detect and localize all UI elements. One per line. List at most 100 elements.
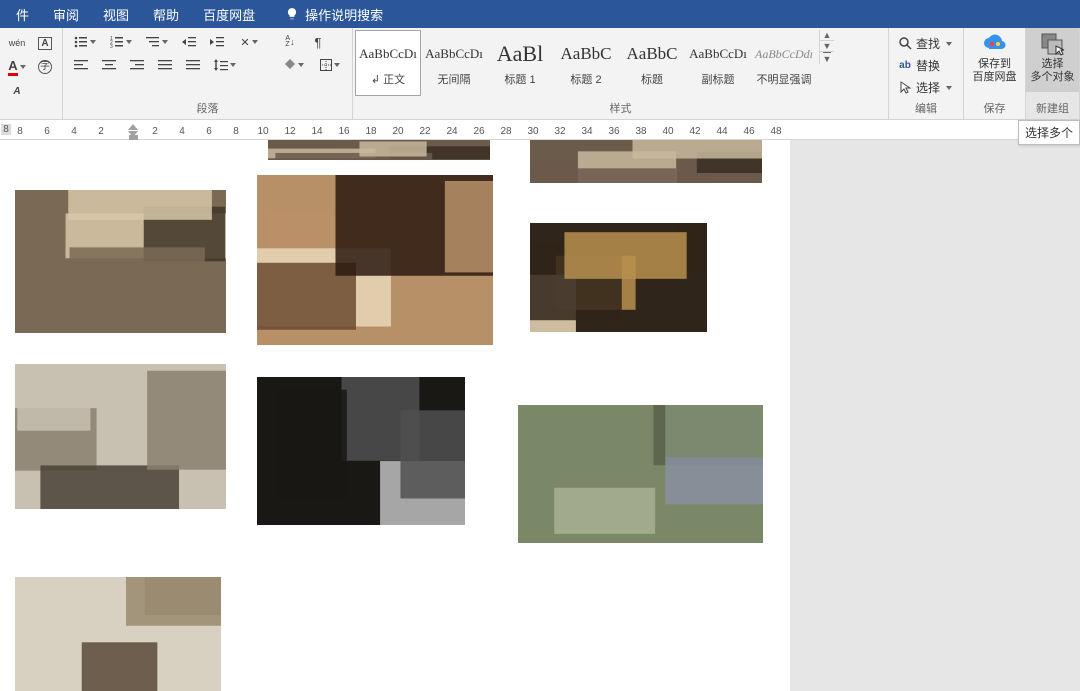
menu-item-baidupan[interactable]: 百度网盘 <box>191 0 267 28</box>
document-image[interactable] <box>257 175 493 345</box>
character-border-button[interactable]: A <box>32 31 58 55</box>
menu-item-file[interactable]: 件 <box>4 0 41 28</box>
style-item-标题[interactable]: AaBbC标题 <box>619 30 685 96</box>
gallery-scroll-up[interactable]: ▲ <box>820 30 834 41</box>
multilevel-list-button[interactable] <box>139 31 175 53</box>
ruler-corner: 8 <box>1 124 11 135</box>
line-spacing-button[interactable] <box>207 54 243 76</box>
style-item-副标题[interactable]: AaBbCcDı 副标题 <box>685 30 751 96</box>
style-preview: AaBbCcDı <box>688 39 748 69</box>
shading-button[interactable] <box>276 54 312 76</box>
ruler-tick: 6 <box>206 126 212 137</box>
ruler-tick: 2 <box>98 126 104 137</box>
search-icon <box>898 37 912 51</box>
style-item-正文[interactable]: AaBbCcDı ↲ 正文 <box>355 30 421 96</box>
style-name-label: 标题 1 <box>504 71 535 87</box>
menu-item-review[interactable]: 审阅 <box>41 0 91 28</box>
ruler-tick: 46 <box>743 126 754 137</box>
justify-button[interactable] <box>151 54 179 76</box>
ribbon-group-font: wén A A A 字 <box>0 28 63 119</box>
tell-me-search[interactable]: 操作说明搜索 <box>273 0 395 28</box>
style-preview: AaBbCcDı <box>424 39 484 69</box>
style-preview: AaBl <box>490 39 550 69</box>
style-item-无间隔[interactable]: AaBbCcDı 无间隔 <box>421 30 487 96</box>
group-newgroup-label: 新建组 <box>1026 100 1079 119</box>
ruler-tick: 44 <box>716 126 727 137</box>
enclose-character-button[interactable]: 字 <box>32 55 58 79</box>
style-name-label: 无间隔 <box>438 71 471 87</box>
align-left-button[interactable] <box>67 54 95 76</box>
gallery-scroll-down[interactable]: ▼ <box>820 41 834 52</box>
ruler-tick: 2 <box>152 126 158 137</box>
document-wrapper <box>0 140 1080 691</box>
borders-button[interactable] <box>312 54 348 76</box>
gallery-expand[interactable]: ▼ <box>820 52 834 64</box>
document-image[interactable] <box>268 140 490 160</box>
baidu-cloud-icon <box>982 32 1008 56</box>
style-name-label: ↲ 正文 <box>371 71 405 87</box>
distributed-button[interactable] <box>179 54 207 76</box>
sort-button[interactable]: AZ↓ <box>276 31 304 53</box>
ruler-tick: 14 <box>311 126 322 137</box>
replace-button[interactable]: ab 替换 <box>893 55 957 76</box>
phonetic-guide-button[interactable]: wén <box>4 31 30 55</box>
ruler-tick: 30 <box>527 126 538 137</box>
document-image[interactable] <box>257 377 465 525</box>
ruler-tick: 4 <box>71 126 77 137</box>
ruler-tick: 28 <box>500 126 511 137</box>
style-name-label: 标题 2 <box>570 71 601 87</box>
ruler-tick: 40 <box>662 126 673 137</box>
style-item-标题 2[interactable]: AaBbC 标题 2 <box>553 30 619 96</box>
document-image[interactable] <box>15 577 221 691</box>
align-center-button[interactable] <box>95 54 123 76</box>
asian-layout-button[interactable]: ✕ <box>231 31 267 53</box>
document-margin-gray <box>790 140 1080 691</box>
increase-indent-button[interactable] <box>203 31 231 53</box>
show-hide-marks-button[interactable]: ¶ <box>304 31 332 53</box>
decrease-indent-button[interactable] <box>175 31 203 53</box>
clear-formatting-button[interactable]: A <box>4 79 30 103</box>
ruler-tick: 8 <box>17 126 23 137</box>
tooltip: 选择多个 <box>1018 120 1080 145</box>
find-button[interactable]: 查找 <box>893 33 957 54</box>
bullets-button[interactable] <box>67 31 103 53</box>
select-button[interactable]: 选择 <box>893 77 957 98</box>
ruler-tick: 18 <box>365 126 376 137</box>
select-multiple-objects-button[interactable]: 选择多个对象 <box>1026 28 1079 92</box>
menu-bar: 件 审阅 视图 帮助 百度网盘 操作说明搜索 <box>0 0 1080 28</box>
lightbulb-icon <box>285 7 299 21</box>
menu-item-help[interactable]: 帮助 <box>141 0 191 28</box>
document-image[interactable] <box>530 223 707 332</box>
svg-text:3: 3 <box>110 44 113 48</box>
align-right-button[interactable] <box>123 54 151 76</box>
menu-item-view[interactable]: 视图 <box>91 0 141 28</box>
document-canvas[interactable] <box>0 140 790 691</box>
document-image[interactable] <box>15 364 226 509</box>
ruler-tick: 24 <box>446 126 457 137</box>
save-to-baidu-button[interactable]: 保存到百度网盘 <box>964 28 1025 92</box>
group-baidu-label: 保存 <box>964 100 1025 119</box>
style-item-不明显强调[interactable]: AaBbCcDdı 不明显强调 <box>751 30 817 96</box>
ribbon-group-newgroup: 选择多个对象 新建组 <box>1026 28 1080 119</box>
horizontal-ruler[interactable]: 8642824681012141618202224262830323436384… <box>0 120 1080 140</box>
ruler-tick: 20 <box>392 126 403 137</box>
numbering-button[interactable]: 123 <box>103 31 139 53</box>
style-item-标题 1[interactable]: AaBl 标题 1 <box>487 30 553 96</box>
style-preview: AaBbCcDı <box>358 39 418 69</box>
document-image[interactable] <box>530 140 762 183</box>
style-preview: AaBbC <box>622 39 682 69</box>
style-name-label: 副标题 <box>702 71 735 87</box>
ruler-tick: 26 <box>473 126 484 137</box>
select-objects-icon <box>1040 32 1066 56</box>
style-gallery: AaBbCcDı ↲ 正文 AaBbCcDı 无间隔 AaBl 标题 1 AaBbC 标题 2… <box>355 30 817 96</box>
ribbon: wén A A A 字 123 ✕ <box>0 28 1080 120</box>
group-font-label <box>0 116 62 119</box>
document-image[interactable] <box>518 405 763 543</box>
ruler-tick: 34 <box>581 126 592 137</box>
document-image[interactable] <box>15 190 226 333</box>
style-name-label: 不明显强调 <box>757 71 812 87</box>
ruler-tick: 32 <box>554 126 565 137</box>
font-color-button[interactable]: A <box>4 55 30 79</box>
style-preview: AaBbC <box>556 39 616 69</box>
style-preview: AaBbCcDdı <box>754 39 814 69</box>
